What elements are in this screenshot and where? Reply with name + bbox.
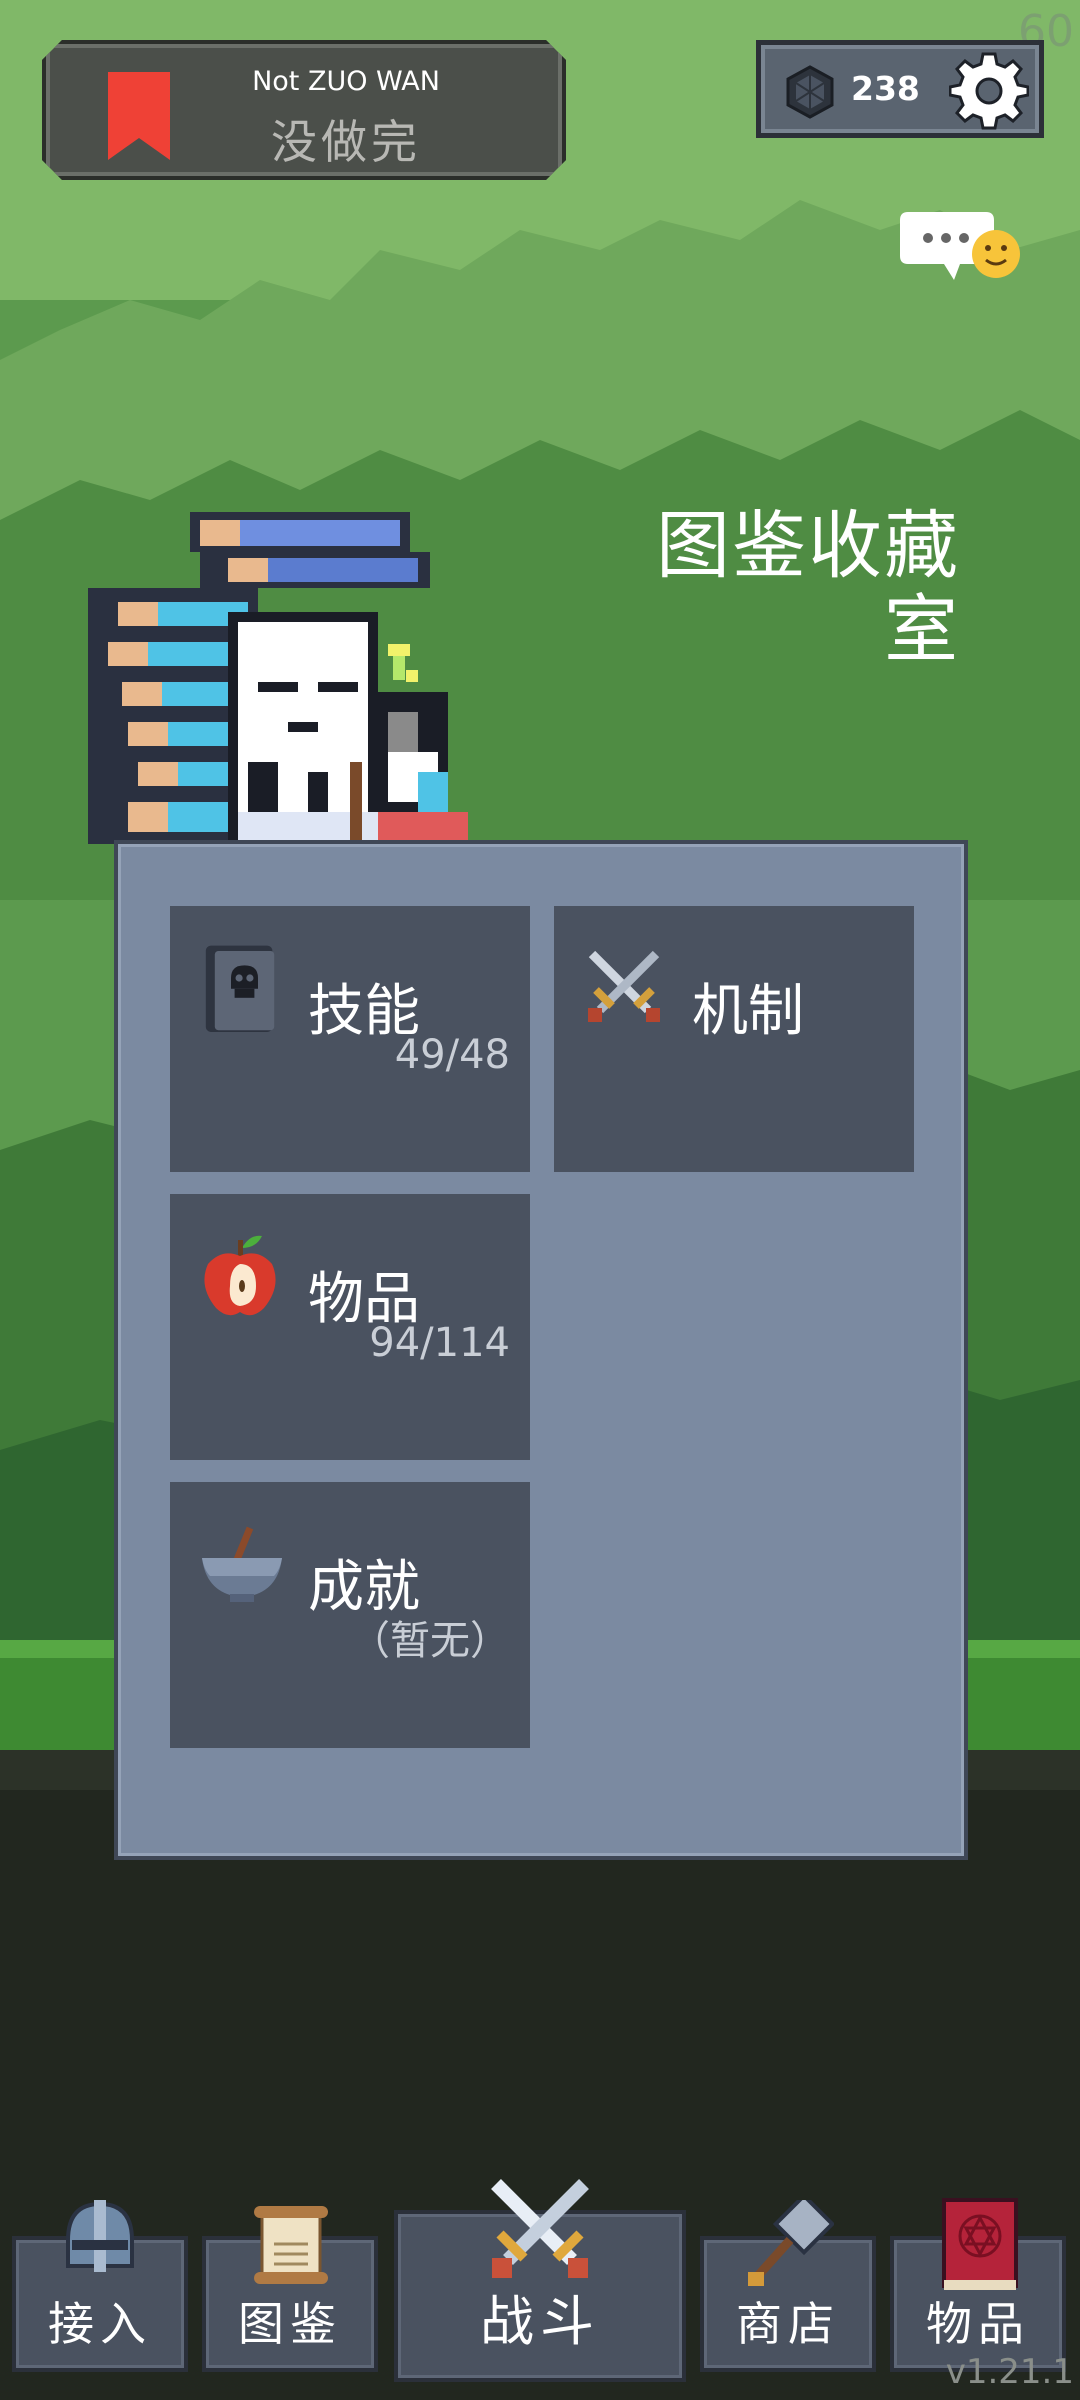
- chat-bubble-icon[interactable]: [900, 204, 1026, 296]
- collection-panel: 技能 49/48 机制 物品 94/114 成就 （暂无）: [114, 840, 968, 1860]
- scroll-icon: [254, 2206, 328, 2284]
- nav-items-label: 物品: [926, 2297, 1030, 2351]
- crossed-swords-icon: [491, 2179, 589, 2278]
- bowl-icon: [202, 1526, 282, 1602]
- apple-icon: [204, 1235, 276, 1316]
- gear-icon[interactable]: [949, 51, 1029, 131]
- spellbook-icon: [942, 2198, 1018, 2290]
- title-chinese: 没做完: [271, 115, 421, 169]
- room-title-line-2: 室: [884, 587, 960, 673]
- gem-count: 238: [851, 69, 920, 108]
- currency-panel: 238: [756, 40, 1044, 138]
- level-title-panel[interactable]: Not ZUO WAN 没做完: [42, 40, 566, 180]
- nav-access-label: 接入: [48, 2297, 152, 2351]
- crossed-swords-icon: [588, 950, 660, 1022]
- card-mechanics-label: 机制: [692, 979, 804, 1044]
- title-english: Not ZUO WAN: [252, 66, 440, 97]
- card-skills[interactable]: 技能 49/48: [170, 906, 530, 1172]
- card-skills-count: 49/48: [394, 1032, 510, 1078]
- card-achievements[interactable]: 成就 （暂无）: [170, 1482, 530, 1748]
- gem-icon: [786, 65, 834, 119]
- card-mechanics[interactable]: 机制: [554, 906, 914, 1172]
- nav-codex-label: 图鉴: [238, 2297, 342, 2351]
- nav-shop-label: 商店: [736, 2297, 840, 2351]
- hammer-icon: [748, 2200, 834, 2286]
- librarian-character: [88, 512, 468, 844]
- nav-battle-label: 战斗: [480, 2290, 600, 2353]
- room-title: 图鉴收藏 室: [600, 504, 960, 672]
- version-label: v1.21.1: [945, 2352, 1074, 2392]
- card-items[interactable]: 物品 94/114: [170, 1194, 530, 1460]
- bookmark-icon: [108, 72, 170, 160]
- room-title-line-1: 图鉴收藏: [656, 503, 960, 589]
- card-items-count: 94/114: [369, 1320, 510, 1366]
- card-achievements-count: （暂无）: [350, 1618, 510, 1664]
- helmet-icon: [66, 2200, 134, 2272]
- skull-book-icon: [205, 945, 275, 1032]
